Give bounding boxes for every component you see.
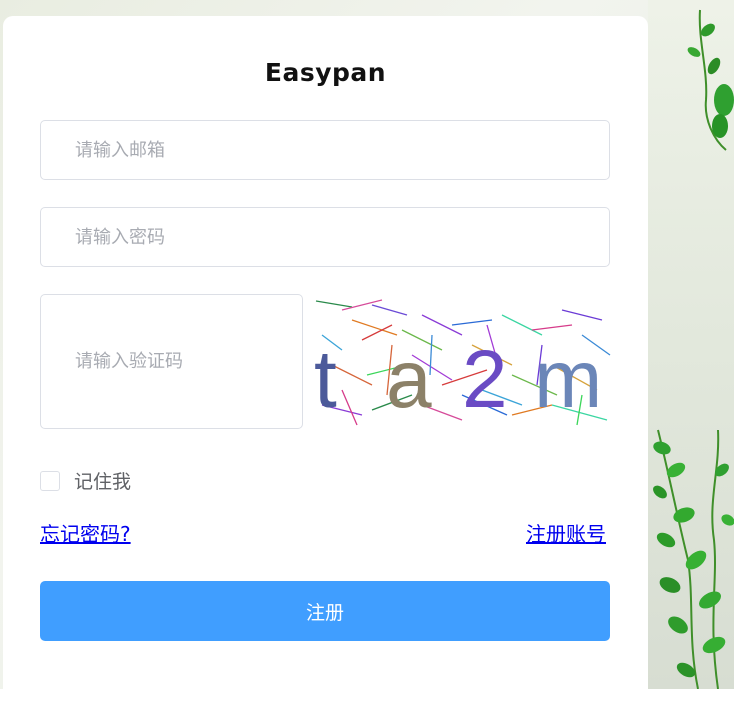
remember-label: 记住我 — [74, 471, 132, 493]
remember-checkbox[interactable] — [40, 470, 60, 491]
password-input[interactable] — [41, 208, 609, 266]
register-card: Easypan 请输入邮箱 请输入验证码 t a 2 m 记住我 忘记密码? 注… — [3, 16, 648, 706]
captcha-field[interactable] — [40, 294, 303, 429]
captcha-char-4: m — [534, 334, 602, 425]
captcha-char-2: a — [386, 334, 432, 425]
remember-me[interactable]: 记住我 — [40, 467, 131, 494]
register-account-link[interactable]: 注册账号 — [526, 518, 606, 547]
captcha-svg: t a 2 m — [312, 295, 612, 430]
forgot-password-link[interactable]: 忘记密码? — [40, 518, 131, 547]
email-input[interactable] — [41, 121, 609, 179]
captcha-char-3: 2 — [462, 334, 508, 425]
vine-leaf-decoration — [653, 9, 734, 689]
captcha-char-1: t — [314, 334, 337, 425]
captcha-image[interactable]: t a 2 m — [312, 295, 612, 430]
email-field[interactable] — [40, 120, 610, 180]
register-button[interactable]: 注册 — [40, 581, 610, 641]
captcha-input[interactable] — [41, 295, 302, 428]
password-field[interactable] — [40, 207, 610, 267]
page-title: Easypan — [264, 58, 387, 87]
